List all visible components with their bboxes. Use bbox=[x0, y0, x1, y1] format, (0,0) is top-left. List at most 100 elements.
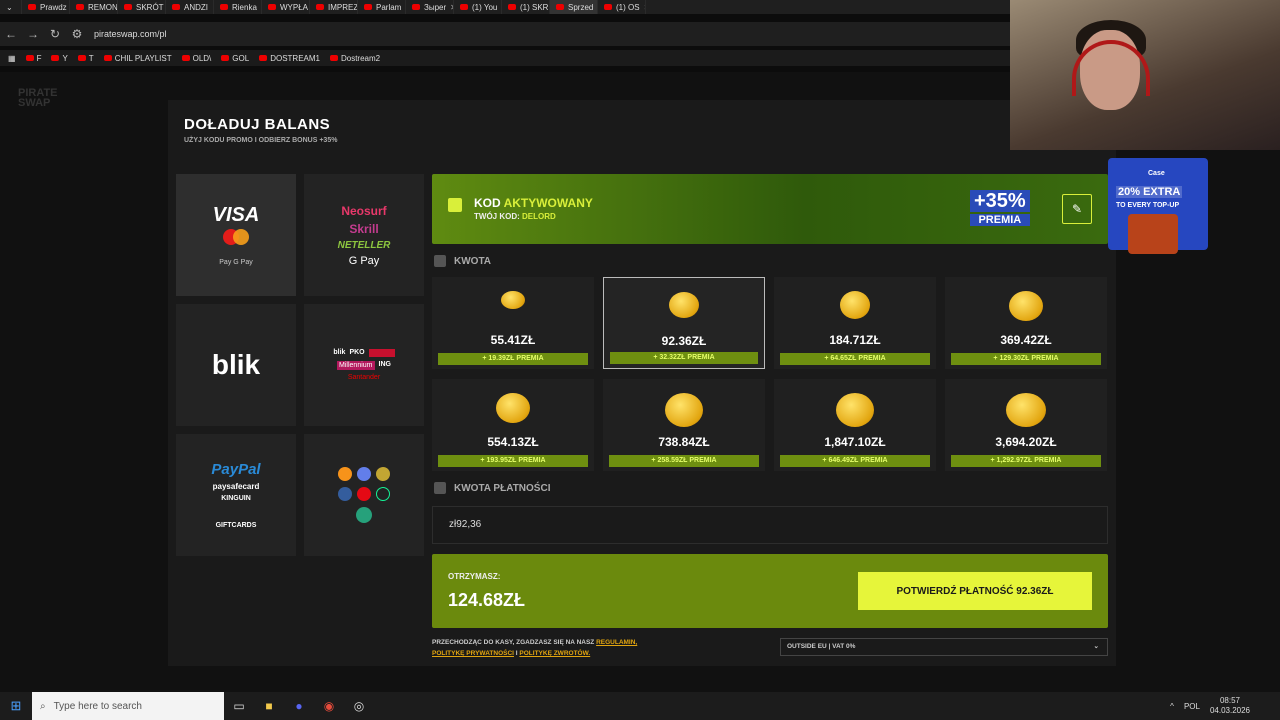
favicon-icon bbox=[172, 4, 180, 10]
amount-value: 55.41ZŁ bbox=[490, 333, 536, 347]
bookmark-label: CHIL PLAYLIST bbox=[114, 53, 172, 63]
bookmark-item[interactable]: Y bbox=[51, 54, 68, 63]
obs-icon[interactable]: ◎ bbox=[344, 699, 374, 713]
kinguin-logo: KINGUIN bbox=[221, 495, 251, 502]
amount-option[interactable]: 738.84ZŁ + 258.59ZŁ PREMIA bbox=[603, 379, 765, 471]
reload-icon[interactable]: ↻ bbox=[44, 27, 66, 41]
bookmark-item[interactable]: DOSTREAM1 bbox=[259, 54, 320, 63]
coins-icon bbox=[669, 292, 699, 318]
litecoin-icon bbox=[338, 487, 352, 501]
browser-tab[interactable]: Sprzed✕ bbox=[550, 0, 598, 14]
amount-option[interactable]: 92.36ZŁ + 32.32ZŁ PREMIA bbox=[603, 277, 765, 369]
browser-tab[interactable]: (1) SKR✕ bbox=[502, 0, 550, 14]
windows-start-icon[interactable]: ⊞ bbox=[0, 698, 32, 714]
ad-sub: TO EVERY TOP-UP bbox=[1116, 202, 1180, 209]
favicon-icon bbox=[508, 4, 516, 10]
premia-badge: +35% PREMIA bbox=[970, 190, 1030, 226]
browser-tab[interactable]: WYPŁA✕ bbox=[262, 0, 310, 14]
favicon-icon bbox=[316, 4, 324, 10]
browser-tab[interactable]: Rienka✕ bbox=[214, 0, 262, 14]
payment-card-ewallets[interactable]: Neosurf Skrill NETELLER G Pay bbox=[304, 174, 424, 296]
tab-list-chevron-icon[interactable]: ⌄ bbox=[0, 0, 22, 14]
terms-link[interactable]: REGULAMIN, bbox=[596, 639, 637, 646]
edit-code-button[interactable]: ✎ bbox=[1062, 194, 1092, 224]
tab-title: ANDZI bbox=[184, 2, 208, 12]
payment-card-banks[interactable]: blik PKO Millennium ING Santander bbox=[304, 304, 424, 426]
amount-section-header: KWOTA bbox=[434, 255, 491, 267]
tab-title: (1) OS bbox=[616, 2, 640, 12]
amount-value: 184.71ZŁ bbox=[829, 333, 881, 347]
task-view-icon[interactable]: ▭ bbox=[224, 699, 254, 713]
tab-title: IMPREZ bbox=[328, 2, 358, 12]
browser-tab[interactable]: SKRÓT✕ bbox=[118, 0, 166, 14]
bookmark-label: DOSTREAM1 bbox=[270, 53, 320, 63]
apps-icon[interactable]: ▦ bbox=[8, 54, 16, 63]
promo-ad[interactable]: Case 20% EXTRA TO EVERY TOP-UP bbox=[1108, 158, 1208, 254]
payment-card-blik[interactable]: blik bbox=[176, 304, 296, 426]
browser-tab[interactable]: Parlam✕ bbox=[358, 0, 406, 14]
favicon-icon bbox=[364, 4, 372, 10]
forward-icon[interactable]: → bbox=[22, 27, 44, 41]
amount-label: KWOTA bbox=[454, 255, 492, 267]
card-icon bbox=[434, 482, 446, 494]
browser-tab[interactable]: ANDZI✕ bbox=[166, 0, 214, 14]
amount-option[interactable]: 369.42ZŁ + 129.30ZŁ PREMIA bbox=[945, 277, 1107, 369]
language-indicator[interactable]: POL bbox=[1184, 702, 1200, 711]
amount-option[interactable]: 55.41ZŁ + 19.39ZŁ PREMIA bbox=[432, 277, 594, 369]
payment-card-crypto[interactable] bbox=[304, 434, 424, 556]
logo-line-2: SWAP bbox=[18, 97, 51, 109]
refund-link[interactable]: POLITYKĘ ZWROTÓW. bbox=[519, 650, 590, 657]
chrome-icon[interactable]: ◉ bbox=[314, 699, 344, 713]
code-status-prefix: KOD bbox=[474, 196, 501, 210]
confirm-payment-button[interactable]: POTWIERDŹ PŁATNOŚĆ 92.36ZŁ bbox=[858, 572, 1092, 610]
payment-amount-input[interactable]: zł92,36 bbox=[432, 506, 1108, 544]
browser-tab[interactable]: (1) You✕ bbox=[454, 0, 502, 14]
clock[interactable]: 08:57 04.03.2026 bbox=[1210, 696, 1250, 716]
bookmark-label: F bbox=[36, 53, 42, 63]
bookmark-item[interactable]: CHIL PLAYLIST bbox=[103, 53, 172, 63]
favicon-icon bbox=[268, 4, 276, 10]
clock-date: 04.03.2026 bbox=[1209, 706, 1250, 715]
browser-tab[interactable]: Зыреr✕ bbox=[406, 0, 454, 14]
taskbar-search[interactable]: ⌕ Type here to search bbox=[32, 692, 224, 720]
clock-time: 08:57 bbox=[1219, 696, 1240, 705]
amount-option[interactable]: 554.13ZŁ + 193.95ZŁ PREMIA bbox=[432, 379, 594, 471]
url-text[interactable]: pirateswap.com/pl bbox=[94, 29, 167, 39]
browser-tab[interactable]: REMON✕ bbox=[70, 0, 118, 14]
payment-card-vouchers[interactable]: PayPal paysafecard KINGUIN GIFTCARDS bbox=[176, 434, 296, 556]
tab-title: Parlam bbox=[376, 2, 402, 12]
code-label: TWÓJ KOD: bbox=[474, 212, 520, 221]
privacy-link[interactable]: POLITYKĘ PRYWATNOŚCI bbox=[432, 650, 514, 657]
browser-tab[interactable]: (1) OS ✕ bbox=[598, 0, 646, 14]
tab-title: WYPŁA bbox=[280, 2, 309, 12]
favicon-icon bbox=[76, 4, 84, 10]
payment-card-visa[interactable]: VISA Pay G Pay bbox=[176, 174, 296, 296]
bookmark-item[interactable]: T bbox=[77, 54, 94, 63]
browser-tab[interactable]: IMPREZ✕ bbox=[310, 0, 358, 14]
back-icon[interactable]: ← bbox=[0, 27, 22, 41]
amount-option[interactable]: 1,847.10ZŁ + 646.49ZŁ PREMIA bbox=[774, 379, 936, 471]
amount-option[interactable]: 3,694.20ZŁ + 1,292.97ZŁ PREMIA bbox=[945, 379, 1107, 471]
browser-tab[interactable]: Prawdz✕ bbox=[22, 0, 70, 14]
close-tab-icon[interactable]: ✕ bbox=[644, 3, 645, 12]
bookmark-item[interactable]: Dostream2 bbox=[329, 54, 380, 63]
file-explorer-icon[interactable]: ■ bbox=[254, 699, 284, 713]
tray-chevron-icon[interactable]: ^ bbox=[1170, 702, 1174, 711]
gpay-logo: G Pay bbox=[348, 254, 380, 267]
amount-option[interactable]: 184.71ZŁ + 64.65ZŁ PREMIA bbox=[774, 277, 936, 369]
bank-santander: Santander bbox=[347, 374, 381, 381]
webcam-overlay bbox=[1010, 0, 1280, 150]
code-status: KOD AKTYWOWANY bbox=[474, 196, 593, 210]
discord-icon[interactable]: ● bbox=[284, 699, 314, 713]
solana-icon bbox=[376, 487, 390, 501]
system-tray: ^ POL 08:57 04.03.2026 bbox=[1170, 696, 1280, 716]
coins-icon bbox=[1009, 291, 1043, 321]
region-select[interactable]: OUTSIDE EU | VAT 0% ⌄ bbox=[780, 638, 1108, 656]
bookmark-item[interactable]: OLD\ bbox=[181, 54, 211, 63]
bookmark-item[interactable]: F bbox=[25, 53, 42, 63]
tab-title: REMON bbox=[88, 2, 118, 12]
bank-pko: PKO bbox=[349, 349, 365, 356]
site-info-icon[interactable]: ⚙ bbox=[66, 27, 88, 41]
bookmark-item[interactable]: GOL bbox=[221, 54, 249, 63]
search-icon: ⌕ bbox=[40, 700, 46, 712]
